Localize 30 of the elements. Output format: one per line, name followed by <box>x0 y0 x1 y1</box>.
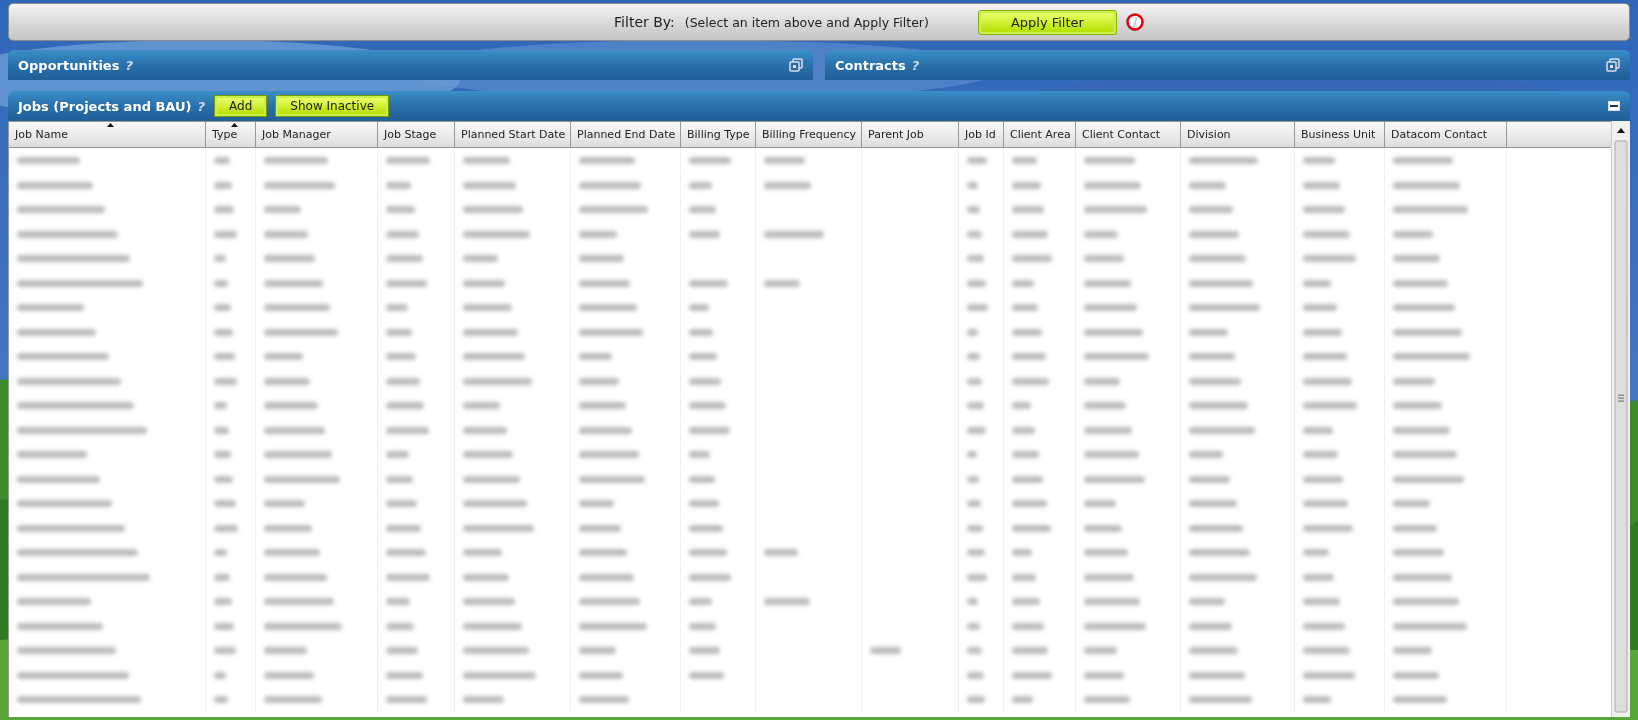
column-header[interactable]: Job Name <box>9 122 206 147</box>
panel-title: Opportunities <box>18 57 120 73</box>
column-header[interactable]: Client Contact <box>1076 122 1181 147</box>
column-header[interactable]: Type <box>206 122 256 147</box>
panel-title: Contracts <box>835 57 906 73</box>
column-header[interactable]: Billing Frequency <box>756 122 862 147</box>
restore-icon[interactable] <box>1606 58 1620 72</box>
column-header[interactable]: Planned Start Date <box>455 122 571 147</box>
apply-filter-button[interactable]: Apply Filter <box>978 10 1116 34</box>
help-link[interactable]: ? <box>911 57 920 73</box>
add-button[interactable]: Add <box>215 96 267 116</box>
panel-title: Jobs (Projects and BAU) <box>18 98 192 114</box>
column-header[interactable]: Parent Job <box>862 122 959 147</box>
column-header[interactable]: Datacom Contact <box>1385 122 1507 147</box>
column-header[interactable]: Job Manager <box>256 122 378 147</box>
column-header[interactable]: Client Area <box>1004 122 1076 147</box>
column-header[interactable]: Billing Type <box>681 122 756 147</box>
column-header[interactable]: Job Id <box>959 122 1004 147</box>
column-header[interactable]: Planned End Date <box>571 122 681 147</box>
filter-hint: (Select an item above and Apply Filter) <box>684 14 929 30</box>
restore-icon[interactable] <box>789 58 803 72</box>
column-header[interactable]: Division <box>1181 122 1295 147</box>
column-header[interactable]: Business Unit <box>1295 122 1385 147</box>
column-header[interactable]: Job Stage <box>378 122 455 147</box>
filter-label: Filter By: <box>614 14 675 30</box>
minimize-icon[interactable] <box>1608 101 1620 111</box>
help-link[interactable]: ? <box>125 57 133 73</box>
scrollbar-drawing[interactable] <box>1611 121 1630 717</box>
help-link[interactable]: ? <box>197 98 206 114</box>
info-icon[interactable] <box>1125 13 1144 31</box>
